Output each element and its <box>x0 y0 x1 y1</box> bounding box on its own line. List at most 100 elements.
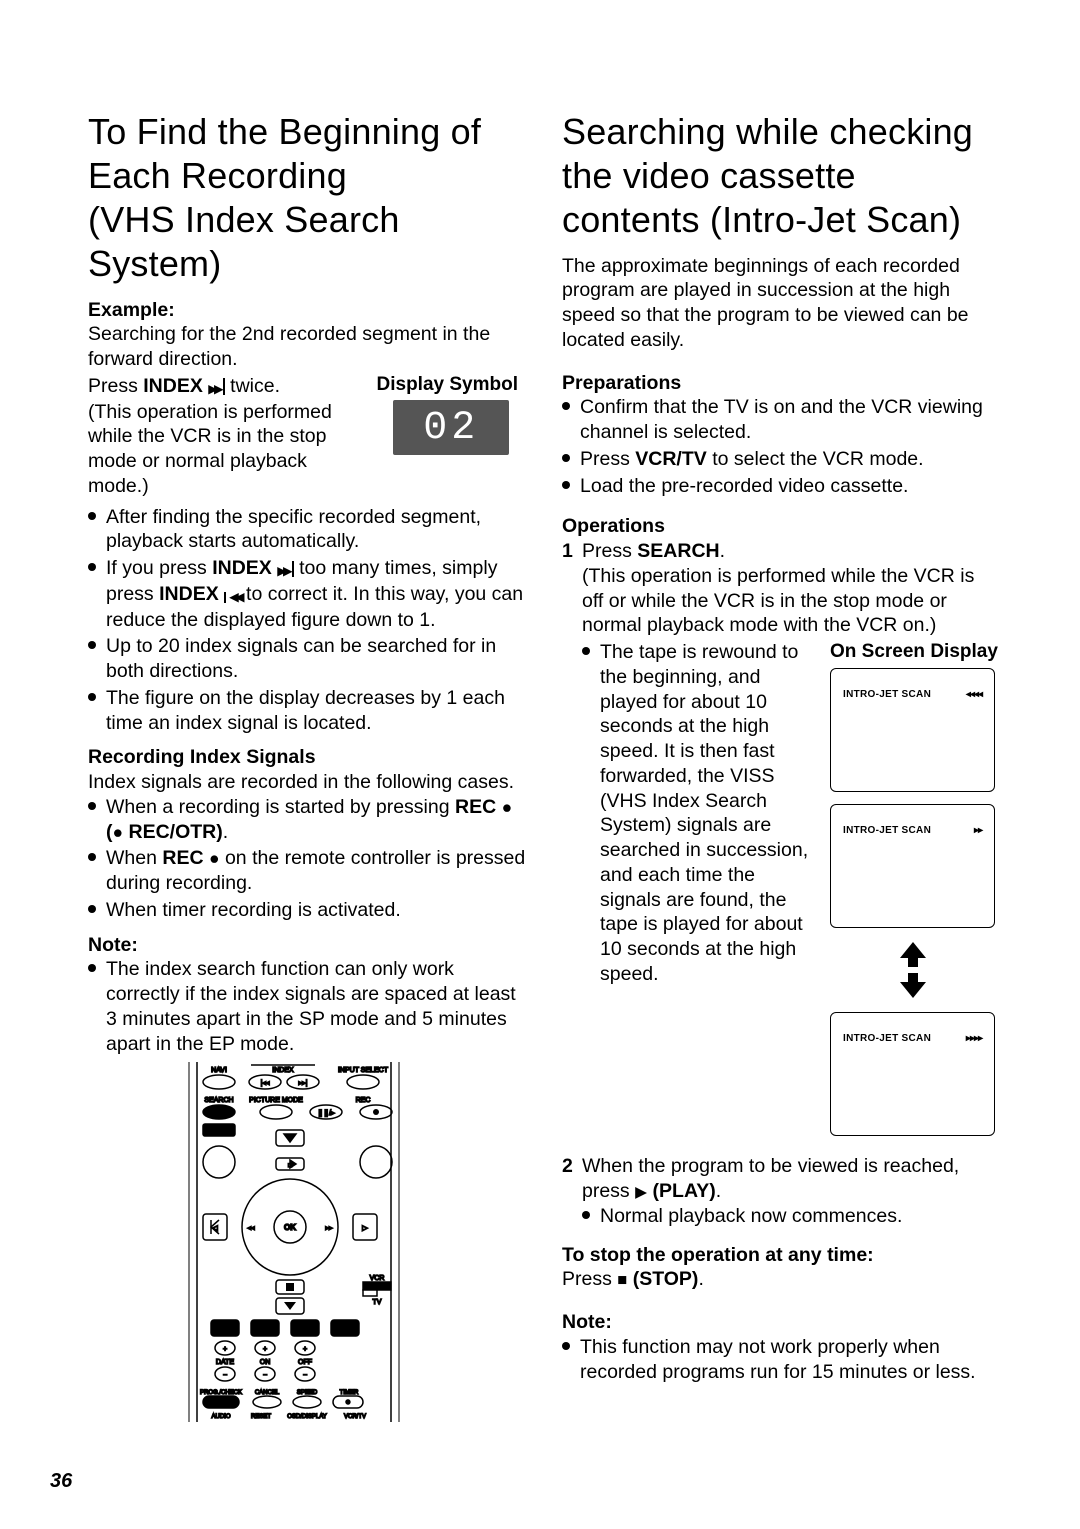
svg-text:3: 3 <box>303 1326 307 1333</box>
page-number: 36 <box>50 1470 72 1493</box>
op-2: When the program to be viewed is reached… <box>562 1154 1000 1228</box>
rb2b: REC <box>162 847 203 869</box>
b2b: INDEX <box>212 557 272 579</box>
svg-text:RESET: RESET <box>251 1414 271 1420</box>
pi-post: twice. <box>225 375 280 397</box>
rb1b: REC <box>455 796 496 818</box>
svg-text:OSD/DISPLAY: OSD/DISPLAY <box>287 1414 327 1420</box>
svg-text:▸▸|: ▸▸| <box>299 1080 308 1087</box>
pb2a: Press <box>580 448 635 470</box>
rec-b1: When a recording is started by pressing … <box>88 795 526 845</box>
example-text: Searching for the 2nd recorded segment i… <box>88 322 526 372</box>
st-a: Press <box>562 1268 617 1290</box>
op1-bullet: The tape is rewound to the beginning, an… <box>582 640 1000 987</box>
svg-text:▸▸: ▸▸ <box>325 1225 333 1232</box>
display-symbol-label: Display Symbol <box>377 374 527 396</box>
o2b: (PLAY) <box>653 1180 716 1202</box>
svg-text:+: + <box>223 1346 227 1353</box>
svg-text:NAVI: NAVI <box>211 1067 227 1074</box>
svg-text:−: − <box>263 1372 267 1379</box>
st-b: (STOP) <box>633 1268 699 1290</box>
svg-text:OFF: OFF <box>298 1359 312 1366</box>
prep-b2: Press VCR/TV to select the VCR mode. <box>562 447 1000 472</box>
osd-text: INTRO-JET SCAN <box>843 1033 931 1046</box>
svg-text:◂◂: ◂◂ <box>247 1225 255 1232</box>
o1a: Press <box>582 540 637 562</box>
skip-back-icon <box>224 583 240 608</box>
svg-text:|◂◂: |◂◂ <box>261 1080 270 1087</box>
svg-text:INDEX: INDEX <box>272 1067 294 1074</box>
svg-text:CANCEL: CANCEL <box>255 1390 280 1396</box>
b2a: If you press <box>106 557 212 579</box>
svg-text:−: − <box>223 1372 227 1379</box>
skip-forward-icon <box>208 375 224 400</box>
svg-text:TIMER: TIMER <box>340 1390 359 1396</box>
bullet-a1: After finding the specific recorded segm… <box>88 505 526 555</box>
svg-text:VCR: VCR <box>370 1275 385 1282</box>
svg-text:VCR/TV: VCR/TV <box>344 1414 366 1420</box>
svg-text:−: − <box>303 1372 307 1379</box>
press-index-line: Press INDEX twice. <box>88 374 363 400</box>
example-label: Example: <box>88 298 526 323</box>
svg-text:DATE: DATE <box>216 1359 234 1366</box>
note-label-right: Note: <box>562 1310 1000 1335</box>
remote-control-illustration: NAVI INDEX INPUT SELECT |◂◂ ▸▸| SEARCH P… <box>181 1062 433 1422</box>
o1b: SEARCH <box>637 540 719 562</box>
st-c: . <box>698 1268 703 1290</box>
op1-paren: (This operation is performed while the V… <box>582 564 1000 638</box>
osd-box-3: INTRO-JET SCAN ▸▸▸▸ <box>830 1012 995 1136</box>
rt3: contents (Intro-Jet Scan) <box>562 199 961 240</box>
fastforward-fast-icon: ▸▸▸▸ <box>966 1033 982 1046</box>
rec-b3: When timer recording is activated. <box>88 898 526 923</box>
note-text-left: The index search function can only work … <box>88 957 526 1056</box>
pi-pre: Press <box>88 375 143 397</box>
right-title: Searching while checking the video casse… <box>562 110 1000 242</box>
o2c: . <box>716 1180 721 1202</box>
svg-text:SEARCH: SEARCH <box>204 1097 233 1104</box>
stop-heading: To stop the operation at any time: <box>562 1243 1000 1268</box>
stop-icon <box>617 1268 627 1290</box>
svg-text:PICTURE MODE: PICTURE MODE <box>249 1097 303 1104</box>
stop-line: Press (STOP). <box>562 1267 1000 1292</box>
skip-forward-icon <box>277 557 293 582</box>
svg-text:SPEED: SPEED <box>297 1390 318 1396</box>
ops-label: Operations <box>562 514 1000 539</box>
bullet-a3: Up to 20 index signals can be searched f… <box>88 634 526 684</box>
pb2c: to select the VCR mode. <box>707 448 924 470</box>
rb2a: When <box>106 847 162 869</box>
svg-text:ON: ON <box>260 1359 271 1366</box>
svg-text:◁: ◁ <box>212 1225 218 1232</box>
rb1a: When a recording is started by pressing <box>106 796 455 818</box>
note-label-left: Note: <box>88 933 526 958</box>
rt1: Searching while checking <box>562 111 973 152</box>
svg-text:MENU: MENU <box>209 1128 230 1135</box>
display-symbol-box: 02 <box>393 400 509 455</box>
rec-intro: Index signals are recorded in the follow… <box>88 770 526 795</box>
svg-text:TV: TV <box>373 1299 382 1306</box>
svg-text:❚❚/▸: ❚❚/▸ <box>317 1109 335 1117</box>
prep-b3: Load the pre-recorded video cassette. <box>562 474 1000 499</box>
svg-text:INPUT SELECT: INPUT SELECT <box>338 1067 389 1074</box>
bullet-a4: The figure on the display decreases by 1… <box>88 686 526 736</box>
o1c: . <box>720 540 725 562</box>
svg-text:⏲: ⏲ <box>346 1400 351 1406</box>
svg-text:4: 4 <box>343 1326 347 1333</box>
prep-label: Preparations <box>562 371 1000 396</box>
svg-text:1: 1 <box>223 1326 227 1333</box>
display-value: 02 <box>423 406 479 451</box>
t3: VHS Index Search System) <box>88 199 400 284</box>
svg-text:REC: REC <box>356 1097 371 1104</box>
svg-text:OK: OK <box>284 1223 296 1232</box>
svg-text:AUDIO: AUDIO <box>211 1414 230 1420</box>
svg-text:PROG./CHECK: PROG./CHECK <box>200 1390 242 1396</box>
bullet-a2: If you press INDEX too many times, simpl… <box>88 556 526 632</box>
svg-text:2: 2 <box>263 1326 267 1333</box>
svg-text:▷: ▷ <box>362 1225 368 1232</box>
record-icon <box>502 796 513 818</box>
t1: To Find the Beginning of <box>88 111 481 152</box>
press-index-paren: (This operation is performed while the V… <box>88 400 363 499</box>
rb1c: REC/OTR <box>129 821 217 843</box>
pi-bold: INDEX <box>143 375 203 397</box>
pb2b: VCR/TV <box>635 448 707 470</box>
prep-b1: Confirm that the TV is on and the VCR vi… <box>562 395 1000 445</box>
